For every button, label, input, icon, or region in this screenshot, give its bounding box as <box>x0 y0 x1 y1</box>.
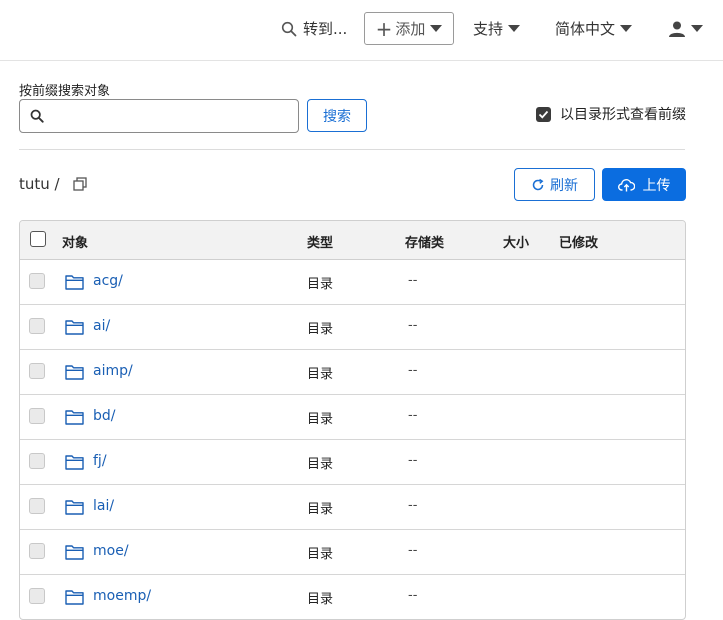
user-icon <box>669 21 685 37</box>
table-row: moemp/ 目录 -- <box>20 575 685 619</box>
goto-label: 转到... <box>303 20 348 38</box>
language-label: 简体中文 <box>555 20 616 38</box>
row-checkbox[interactable] <box>29 543 45 559</box>
row-name-link[interactable]: lai/ <box>93 498 114 514</box>
search-icon <box>30 109 44 123</box>
language-menu[interactable]: 简体中文 <box>555 12 633 45</box>
row-name-link[interactable]: bd/ <box>93 408 116 424</box>
folder-icon <box>65 275 84 290</box>
support-menu[interactable]: 支持 <box>473 12 521 45</box>
add-label: 添加 <box>395 20 426 38</box>
row-storage-class: -- <box>408 453 418 468</box>
row-type: 目录 <box>307 502 334 517</box>
divider <box>19 149 685 150</box>
row-type: 目录 <box>307 412 334 427</box>
row-name-link[interactable]: ai/ <box>93 318 110 334</box>
row-type: 目录 <box>307 322 334 337</box>
folder-icon <box>65 455 84 470</box>
header-size[interactable]: 大小 <box>503 232 529 251</box>
row-checkbox[interactable] <box>29 363 45 379</box>
folder-icon <box>65 590 84 605</box>
caret-down-icon <box>430 25 443 32</box>
upload-label: 上传 <box>642 177 671 194</box>
row-name-link[interactable]: fj/ <box>93 453 107 469</box>
row-type: 目录 <box>307 547 334 562</box>
row-storage-class: -- <box>408 543 418 558</box>
header-modified[interactable]: 已修改 <box>559 232 598 251</box>
add-button[interactable]: + 添加 <box>364 12 454 45</box>
row-name-link[interactable]: moe/ <box>93 543 129 559</box>
row-name-link[interactable]: acg/ <box>93 273 123 289</box>
goto-button[interactable]: 转到... <box>281 12 347 45</box>
refresh-label: 刷新 <box>550 177 578 194</box>
caret-down-icon <box>691 25 703 32</box>
breadcrumb: tutu / <box>19 175 87 193</box>
row-checkbox[interactable] <box>29 408 45 424</box>
folder-icon <box>65 545 84 560</box>
search-icon <box>281 21 297 36</box>
search-input[interactable] <box>52 101 298 131</box>
row-type: 目录 <box>307 277 334 292</box>
folder-icon <box>65 365 84 380</box>
row-storage-class: -- <box>408 498 418 513</box>
row-storage-class: -- <box>408 363 418 378</box>
objects-table: 对象 类型 存储类 大小 已修改 acg/ 目录 -- ai/ 目录 -- ai… <box>19 220 686 620</box>
plus-icon: + <box>375 16 393 41</box>
row-checkbox[interactable] <box>29 498 45 514</box>
dir-view-label: 以目录形式查看前缀 <box>560 107 686 123</box>
checkbox-checked-icon <box>536 106 551 122</box>
row-checkbox[interactable] <box>29 318 45 334</box>
folder-icon <box>65 320 84 335</box>
table-row: lai/ 目录 -- <box>20 485 685 530</box>
table-row: moe/ 目录 -- <box>20 530 685 575</box>
support-label: 支持 <box>473 20 504 38</box>
select-all-checkbox[interactable] <box>30 231 46 247</box>
caret-down-icon <box>508 25 521 32</box>
refresh-button[interactable]: 刷新 <box>514 168 595 201</box>
dir-view-checkbox[interactable]: 以目录形式查看前缀 <box>536 104 686 124</box>
row-storage-class: -- <box>408 318 418 333</box>
upload-button[interactable]: 上传 <box>602 168 686 201</box>
copy-icon[interactable] <box>72 177 87 191</box>
header-storage-class[interactable]: 存储类 <box>405 232 444 251</box>
user-menu[interactable] <box>668 12 703 45</box>
search-field[interactable] <box>19 99 299 133</box>
search-label: 按前缀搜索对象 <box>19 84 111 99</box>
table-row: ai/ 目录 -- <box>20 305 685 350</box>
row-storage-class: -- <box>408 273 418 288</box>
row-storage-class: -- <box>408 588 418 603</box>
cloud-upload-icon <box>617 178 635 191</box>
table-row: aimp/ 目录 -- <box>20 350 685 395</box>
header-type[interactable]: 类型 <box>307 232 333 251</box>
row-name-link[interactable]: moemp/ <box>93 588 151 604</box>
row-checkbox[interactable] <box>29 588 45 604</box>
table-row: acg/ 目录 -- <box>20 260 685 305</box>
row-storage-class: -- <box>408 408 418 423</box>
row-checkbox[interactable] <box>29 453 45 469</box>
row-type: 目录 <box>307 592 334 607</box>
row-checkbox[interactable] <box>29 273 45 289</box>
table-header: 对象 类型 存储类 大小 已修改 <box>20 221 685 260</box>
search-button[interactable]: 搜索 <box>307 99 367 132</box>
table-row: fj/ 目录 -- <box>20 440 685 485</box>
row-type: 目录 <box>307 457 334 472</box>
folder-icon <box>65 500 84 515</box>
breadcrumb-path: tutu / <box>19 175 60 193</box>
header-object[interactable]: 对象 <box>62 232 88 251</box>
row-type: 目录 <box>307 367 334 382</box>
refresh-icon <box>532 178 544 190</box>
top-navigation-bar: 转到... + 添加 支持 简体中文 <box>0 0 723 61</box>
folder-icon <box>65 410 84 425</box>
caret-down-icon <box>620 25 633 32</box>
row-name-link[interactable]: aimp/ <box>93 363 133 379</box>
table-row: bd/ 目录 -- <box>20 395 685 440</box>
